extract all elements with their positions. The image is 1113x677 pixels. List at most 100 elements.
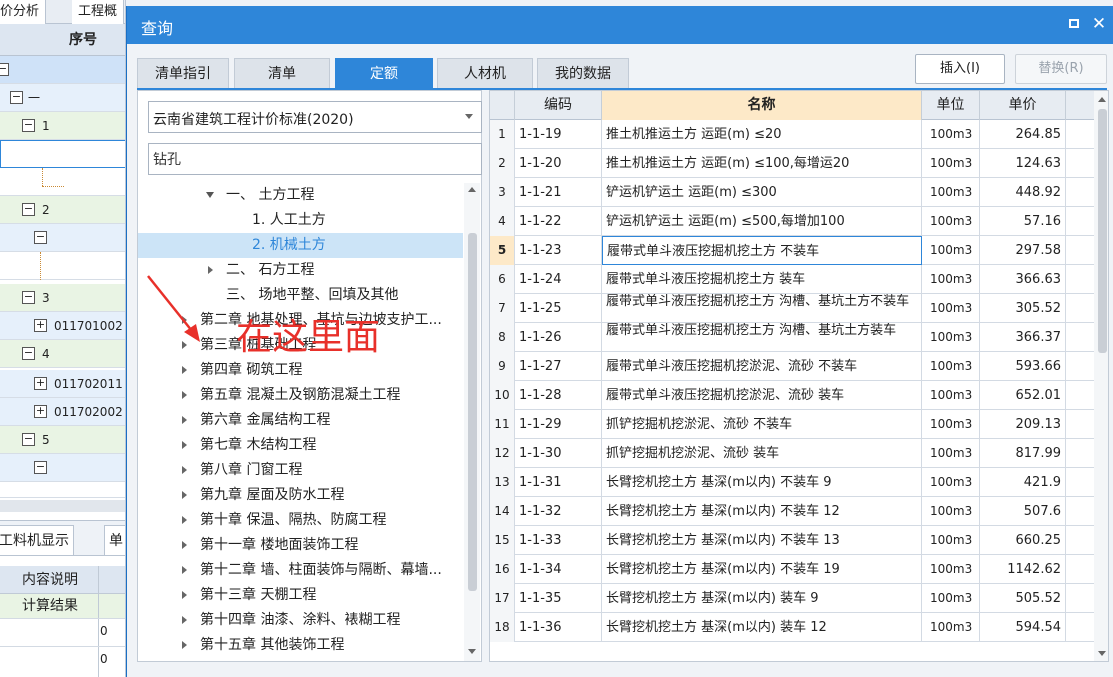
cell-unit[interactable]: 100m3 — [922, 178, 980, 207]
tree-item-chapter-11[interactable]: 第十一章 楼地面装饰工程 — [138, 533, 463, 558]
cell-name[interactable]: 履带式单斗液压挖掘机挖淤泥、流砂 装车 — [602, 381, 922, 410]
cell-price[interactable]: 652.01 — [980, 381, 1066, 410]
tree-item-chapter-9[interactable]: 第九章 屋面及防水工程 — [138, 483, 463, 508]
cell-price[interactable]: 507.6 — [980, 497, 1066, 526]
tree-item-chapter-8[interactable]: 第八章 门窗工程 — [138, 458, 463, 483]
bg-row[interactable]: − 3 — [0, 284, 125, 312]
cell-code[interactable]: 1-1-26 — [515, 323, 602, 352]
cell-price[interactable]: 366.37 — [980, 323, 1066, 352]
cell-unit[interactable]: 100m3 — [922, 497, 980, 526]
table-row[interactable]: 13 1-1-31 长臂挖机挖土方 基深(m以内) 不装车 9 100m3 421.9 — [490, 468, 1094, 497]
caret-right-icon[interactable] — [182, 366, 187, 374]
cell-unit[interactable]: 100m3 — [922, 613, 980, 642]
cell-name[interactable]: 长臂挖机挖土方 基深(m以内) 装车 12 — [602, 613, 922, 642]
header-price[interactable]: 单价 — [980, 91, 1066, 120]
tree-item-chapter-13[interactable]: 第十三章 天棚工程 — [138, 583, 463, 608]
row-number[interactable]: 12 — [490, 439, 515, 468]
row-number[interactable]: 5 — [490, 236, 515, 265]
cell-code[interactable]: 1-1-23 — [515, 236, 602, 265]
table-row[interactable]: 11 1-1-29 抓铲挖掘机挖淤泥、流砂 不装车 100m3 209.13 — [490, 410, 1094, 439]
bg-row[interactable] — [0, 252, 125, 280]
cell-code[interactable]: 1-1-19 — [515, 120, 602, 149]
search-input[interactable] — [148, 143, 482, 175]
bg-row[interactable]: − 一 — [0, 84, 125, 112]
table-row[interactable]: 2 1-1-20 推土机推运土方 运距(m) ≤100,每增运20 100m3 124.… — [490, 149, 1094, 178]
row-number[interactable]: 15 — [490, 526, 515, 555]
cell-unit[interactable]: 100m3 — [922, 265, 980, 294]
tree-scroll-thumb[interactable] — [468, 233, 477, 591]
tree-scrollbar[interactable] — [464, 183, 480, 661]
standard-select[interactable]: 云南省建筑工程计价标准(2020) — [148, 101, 482, 133]
caret-right-icon[interactable] — [182, 391, 187, 399]
cell-code[interactable]: 1-1-32 — [515, 497, 602, 526]
collapse-icon[interactable]: − — [34, 231, 47, 244]
tree-item-chapter-15[interactable]: 第十五章 其他装饰工程 — [138, 633, 463, 658]
tree-item-chapter-10[interactable]: 第十章 保温、隔热、防腐工程 — [138, 508, 463, 533]
cell-unit[interactable]: 100m3 — [922, 236, 980, 265]
bg-row[interactable] — [0, 168, 125, 196]
row-number[interactable]: 2 — [490, 149, 515, 178]
cell-code[interactable]: 1-1-29 — [515, 410, 602, 439]
expand-icon[interactable]: + — [34, 377, 47, 390]
cell-name[interactable]: 履带式单斗液压挖掘机挖土方 沟槽、基坑土方装车 — [602, 323, 922, 352]
cell-name[interactable]: 长臂挖机挖土方 基深(m以内) 装车 9 — [602, 584, 922, 613]
bg-row[interactable]: − 2 — [0, 196, 125, 224]
scroll-down-icon[interactable] — [1098, 651, 1106, 656]
row-number[interactable]: 17 — [490, 584, 515, 613]
caret-right-icon[interactable] — [182, 466, 187, 474]
cell-price[interactable]: 124.63 — [980, 149, 1066, 178]
cell-price[interactable]: 305.52 — [980, 294, 1066, 323]
tree-item-chapter-12[interactable]: 第十二章 墙、柱面装饰与隔断、幕墙... — [138, 558, 463, 583]
cell-price[interactable]: 594.54 — [980, 613, 1066, 642]
cell-price[interactable]: 57.16 — [980, 207, 1066, 236]
cell-unit[interactable]: 100m3 — [922, 439, 980, 468]
bg-tab-unit[interactable]: 单 — [104, 525, 125, 555]
cell-name[interactable]: 抓铲挖掘机挖淤泥、流砂 不装车 — [602, 410, 922, 439]
caret-right-icon[interactable] — [182, 616, 187, 624]
collapse-icon[interactable]: − — [0, 63, 9, 76]
cell-code[interactable]: 1-1-31 — [515, 468, 602, 497]
cell-code[interactable]: 1-1-30 — [515, 439, 602, 468]
table-row[interactable]: 1 1-1-19 推土机推运土方 运距(m) ≤20 100m3 264.85 — [490, 120, 1094, 149]
bg-row[interactable]: − 4 — [0, 340, 125, 368]
table-row[interactable]: 14 1-1-32 长臂挖机挖土方 基深(m以内) 不装车 12 100m3 507.6 — [490, 497, 1094, 526]
cell-unit[interactable]: 100m3 — [922, 468, 980, 497]
cell-name[interactable]: 推土机推运土方 运距(m) ≤100,每增运20 — [602, 149, 922, 178]
tree-item-chapter-7[interactable]: 第七章 木结构工程 — [138, 433, 463, 458]
cell-name[interactable]: 履带式单斗液压挖掘机挖土方 不装车 — [602, 236, 922, 265]
caret-right-icon[interactable] — [182, 441, 187, 449]
table-row[interactable]: 16 1-1-34 长臂挖机挖土方 基深(m以内) 不装车 19 100m3 1142.… — [490, 555, 1094, 584]
cell-name[interactable]: 长臂挖机挖土方 基深(m以内) 不装车 12 — [602, 497, 922, 526]
cell-name[interactable]: 长臂挖机挖土方 基深(m以内) 不装车 9 — [602, 468, 922, 497]
cell-price[interactable]: 593.66 — [980, 352, 1066, 381]
cell-price[interactable]: 448.92 — [980, 178, 1066, 207]
tree-item-chapter-6[interactable]: 第六章 金属结构工程 — [138, 408, 463, 433]
cell-name[interactable]: 履带式单斗液压挖掘机挖淤泥、流砂 不装车 — [602, 352, 922, 381]
table-row[interactable]: 10 1-1-28 履带式单斗液压挖掘机挖淤泥、流砂 装车 100m3 652.01 — [490, 381, 1094, 410]
table-row[interactable]: 17 1-1-35 长臂挖机挖土方 基深(m以内) 装车 9 100m3 505.52 — [490, 584, 1094, 613]
tree-item-mechanical-earthwork[interactable]: 2. 机械土方 — [138, 233, 463, 258]
caret-right-icon[interactable] — [182, 491, 187, 499]
cell-unit[interactable]: 100m3 — [922, 294, 980, 323]
bg-row[interactable]: − — [0, 454, 125, 482]
row-number[interactable]: 3 — [490, 178, 515, 207]
cell-unit[interactable]: 100m3 — [922, 381, 980, 410]
cell-name[interactable]: 抓铲挖掘机挖淤泥、流砂 装车 — [602, 439, 922, 468]
expand-icon[interactable]: + — [34, 405, 47, 418]
cell-price[interactable]: 209.13 — [980, 410, 1066, 439]
collapse-icon[interactable]: − — [22, 347, 35, 360]
bg-row[interactable]: + 011702011 — [0, 370, 125, 398]
tab-my-data[interactable]: 我的数据 — [537, 58, 629, 88]
tree-item-chapter-14[interactable]: 第十四章 油漆、涂料、裱糊工程 — [138, 608, 463, 633]
chevron-down-icon[interactable] — [465, 114, 473, 119]
cell-name[interactable]: 推土机推运土方 运距(m) ≤20 — [602, 120, 922, 149]
scroll-up-icon[interactable] — [1098, 97, 1106, 102]
cell-code[interactable]: 1-1-25 — [515, 294, 602, 323]
close-icon[interactable]: ✕ — [1089, 14, 1109, 34]
cell-unit[interactable]: 100m3 — [922, 555, 980, 584]
header-unit[interactable]: 单位 — [922, 91, 980, 120]
cell-unit[interactable]: 100m3 — [922, 584, 980, 613]
caret-right-icon[interactable] — [182, 516, 187, 524]
row-number[interactable]: 9 — [490, 352, 515, 381]
bg-tab-price-analysis[interactable]: 价分析 — [0, 0, 47, 24]
